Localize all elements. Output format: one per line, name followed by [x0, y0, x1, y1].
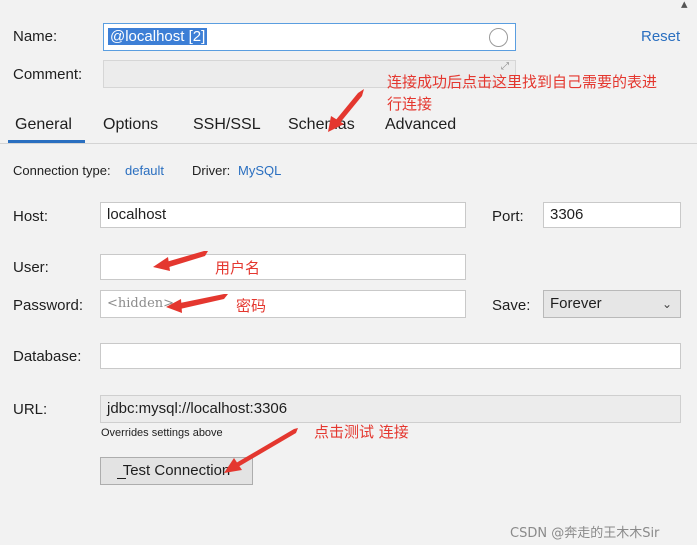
arrow-test-icon	[230, 428, 298, 470]
watermark: CSDN @奔走的王木木Sir	[510, 526, 660, 541]
annotation-arrows	[153, 89, 364, 473]
